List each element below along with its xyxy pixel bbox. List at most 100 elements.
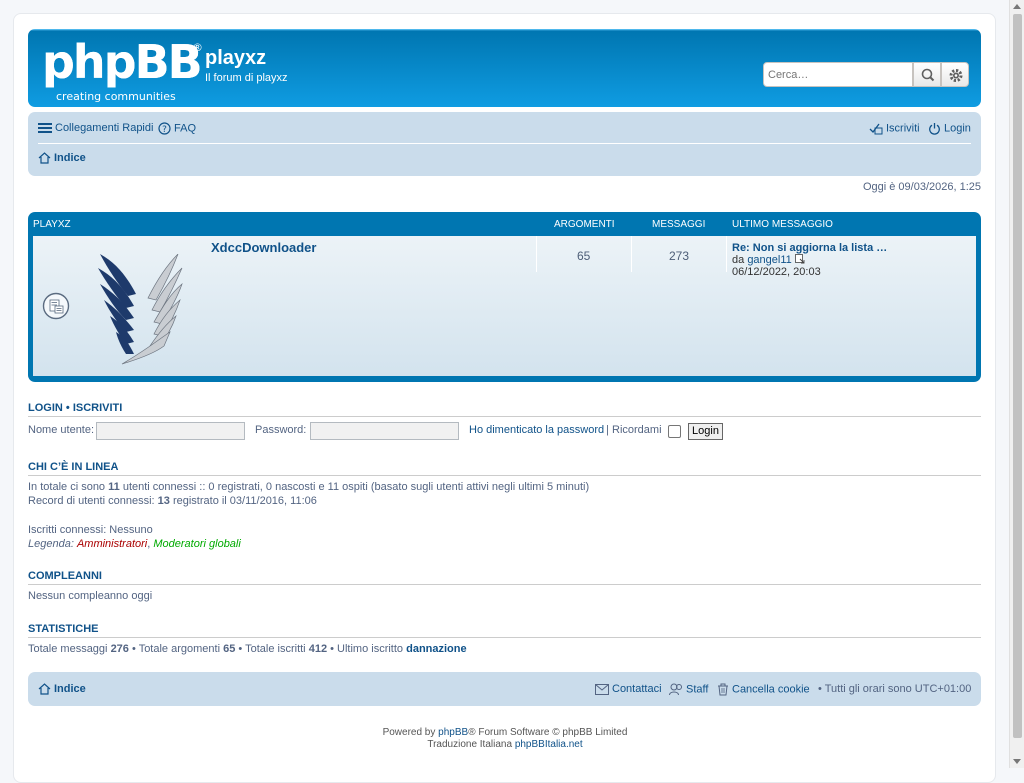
scrollbar-thumb[interactable]: [1013, 14, 1022, 738]
online-text-a: In totale ci sono: [28, 481, 106, 493]
forum-title-link[interactable]: XdccDownloader: [211, 240, 316, 255]
last-post-author-link[interactable]: gangel11: [747, 254, 791, 266]
login-section: LOGIN • ISCRIVITI: [28, 402, 981, 417]
trash-icon: [718, 683, 728, 696]
advanced-search-button[interactable]: [941, 62, 969, 87]
last-post-by-prefix: da: [732, 254, 745, 266]
header-topics: ARGOMENTI: [554, 219, 615, 230]
powered-text-b: ® Forum Software © phpBB Limited: [468, 727, 628, 738]
scroll-up-arrow-icon[interactable]: [1013, 4, 1021, 9]
topics-cell: [536, 236, 537, 272]
posts-cell: [631, 236, 632, 272]
register-label: Iscriviti: [886, 122, 920, 135]
username-field[interactable]: [96, 422, 245, 440]
faq-link[interactable]: ? FAQ: [158, 122, 196, 135]
vertical-scrollbar[interactable]: [1009, 0, 1024, 768]
last-post-info: Re: Non si aggiorna la lista … da gangel…: [732, 242, 887, 278]
scroll-down-arrow-icon[interactable]: [1013, 759, 1021, 764]
navbar: Collegamenti Rapidi ? FAQ Iscriviti Login…: [28, 112, 981, 176]
remember-checkbox[interactable]: [668, 425, 681, 438]
header-last-post: ULTIMO MESSAGGIO: [732, 219, 833, 230]
breadcrumb-index[interactable]: Indice: [38, 152, 86, 164]
phpbb-link[interactable]: phpBB: [438, 727, 468, 738]
stats-title: STATISTICHE: [28, 623, 981, 638]
translation-text: Traduzione Italiana: [427, 739, 513, 750]
footer-breadcrumb-label: Indice: [54, 683, 86, 695]
view-latest-post-icon[interactable]: [794, 254, 805, 264]
phpbbitalia-link[interactable]: phpBBItalia.net: [515, 739, 583, 750]
legend-comma: ,: [147, 538, 151, 550]
footer-navbar: Indice Contattaci Staff Cancella cookie …: [28, 672, 981, 706]
online-title[interactable]: CHI C’È IN LINEA: [28, 461, 981, 476]
navbar-divider: [38, 143, 971, 144]
stats-posts-label: Totale messaggi: [28, 643, 108, 655]
powered-text-a: Powered by: [382, 727, 436, 738]
stats-topics-value: 65: [223, 643, 236, 655]
stats-line: Totale messaggi 276 • Totale argomenti 6…: [28, 642, 981, 656]
logo-subtitle: creating communities: [56, 90, 176, 103]
translation-line: Traduzione Italiana phpBBItalia.net: [0, 739, 1010, 750]
svg-text:?: ?: [162, 125, 167, 135]
envelope-icon: [595, 683, 609, 695]
online-title-link[interactable]: CHI C’È IN LINEA: [28, 461, 118, 473]
stats-members-label: • Totale iscritti: [238, 643, 306, 655]
forum-read-icon: [42, 292, 70, 320]
header-forum[interactable]: PLAYXZ: [33, 219, 71, 230]
forgot-password-link[interactable]: Ho dimenticato la password: [469, 424, 604, 436]
last-post-cell: [726, 236, 727, 272]
online-text-b: utenti connessi :: 0 registrati, 0 nasco…: [122, 481, 590, 493]
delete-cookies-link[interactable]: Cancella cookie: [717, 683, 810, 696]
legend-mods-link[interactable]: Moderatori globali: [153, 538, 240, 550]
online-count: 11: [108, 481, 120, 493]
breadcrumb-label: Indice: [54, 152, 86, 164]
newest-member-link[interactable]: dannazione: [406, 643, 467, 655]
stats-topics-label: • Totale argomenti: [131, 643, 221, 655]
question-icon: ?: [158, 122, 171, 135]
posts-count: 273: [669, 249, 690, 263]
pipe-separator: |: [606, 424, 609, 436]
power-icon: [929, 123, 940, 135]
login-link[interactable]: Login: [928, 122, 971, 135]
search-button[interactable]: [913, 62, 941, 87]
search-icon: [921, 68, 935, 82]
legend-admins-link[interactable]: Amministratori: [77, 538, 147, 550]
delete-cookies-label: Cancella cookie: [732, 683, 810, 696]
site-description: Il forum di playxz: [205, 72, 288, 84]
stats-members-value: 412: [308, 643, 328, 655]
title-separator: •: [65, 402, 70, 414]
login-label: Login: [944, 122, 971, 135]
stats-section: STATISTICHE Totale messaggi 276 • Totale…: [28, 623, 981, 656]
logo-text: phpBB: [42, 35, 203, 89]
gear-icon: [949, 69, 963, 82]
contact-label: Contattaci: [612, 683, 662, 695]
staff-link[interactable]: Staff: [669, 683, 708, 696]
site-header: phpBB ® creating communities playxz Il f…: [28, 29, 981, 107]
last-post-title-link[interactable]: Re: Non si aggiorna la lista …: [732, 242, 887, 254]
phpbb-logo[interactable]: phpBB ® creating communities: [42, 35, 203, 103]
birthdays-title: COMPLEANNI: [28, 570, 981, 585]
search-input[interactable]: [763, 62, 913, 87]
stats-posts-value: 276: [110, 643, 129, 655]
quick-links-label: Collegamenti Rapidi: [55, 122, 154, 134]
home-icon: [38, 152, 51, 164]
register-title-link[interactable]: ISCRIVITI: [73, 402, 123, 414]
search-box: [763, 62, 970, 87]
login-title-link[interactable]: LOGIN: [28, 402, 63, 414]
remember-label: Ricordami: [612, 424, 662, 436]
online-line-2: Record di utenti connessi: 13 registrato…: [28, 494, 981, 508]
footer-breadcrumb-index[interactable]: Indice: [38, 683, 86, 695]
hamburger-icon: [38, 123, 52, 134]
topics-count: 65: [577, 249, 591, 263]
legend-label: Legenda:: [28, 538, 74, 550]
contact-link[interactable]: Contattaci: [595, 683, 662, 695]
current-time: Oggi è 09/03/2026, 1:25: [862, 181, 981, 193]
register-link[interactable]: Iscriviti: [869, 122, 920, 135]
login-button[interactable]: Login: [688, 423, 723, 440]
birthdays-section: COMPLEANNI Nessun compleanno oggi: [28, 570, 981, 603]
quick-links-menu[interactable]: Collegamenti Rapidi: [38, 122, 153, 134]
pencil-check-icon: [869, 123, 883, 135]
record-count: 13: [157, 495, 170, 507]
online-users-line: Iscritti connessi: Nessuno: [28, 524, 153, 536]
faq-label: FAQ: [174, 122, 197, 135]
password-field[interactable]: [310, 422, 459, 440]
